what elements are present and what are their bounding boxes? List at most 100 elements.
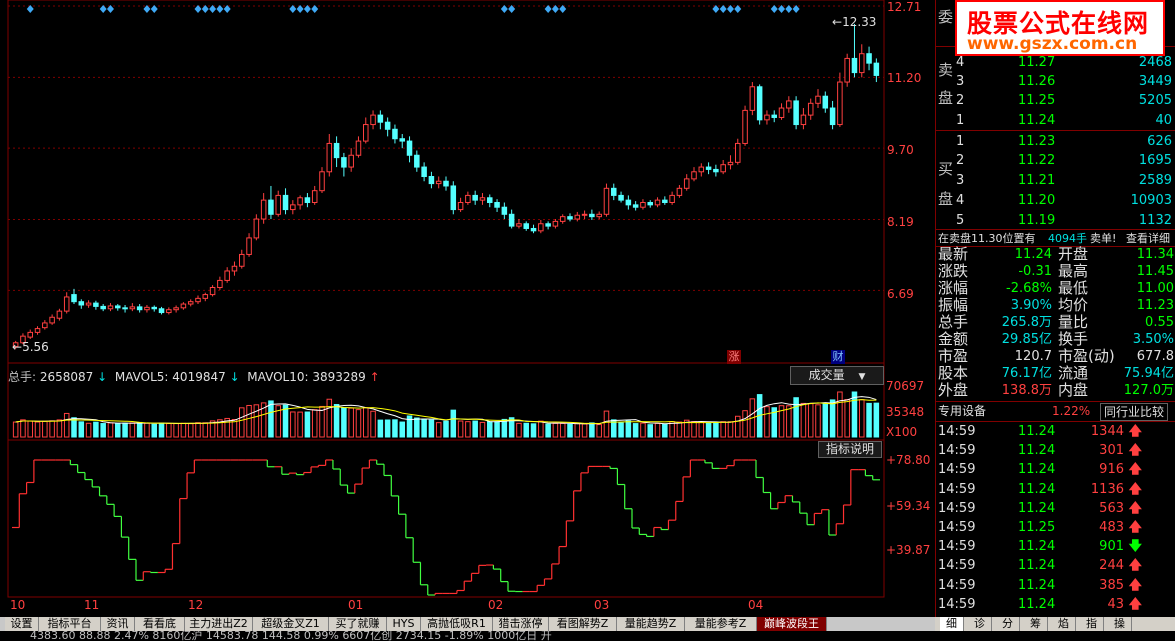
candle	[793, 96, 799, 130]
sell-level-1[interactable]: 1 11.24 40	[936, 111, 1175, 130]
tick-row: 14:59 11.24 244 🡅	[936, 556, 1175, 575]
buy-level-3[interactable]: 3 11.21 2589	[936, 171, 1175, 190]
indicator-tab[interactable]: 买了就赚	[329, 617, 387, 631]
buy-level-2[interactable]: 2 11.22 1695	[936, 151, 1175, 170]
indicator-tab[interactable]: 量能趋势Z	[617, 617, 685, 631]
volume-bar	[311, 409, 318, 438]
sector-name[interactable]: 专用设备	[938, 402, 986, 421]
quote-value: 11.45	[1136, 264, 1174, 279]
month-label-10: 10	[10, 598, 26, 612]
indicator-tick-2: +59.34	[886, 499, 931, 513]
quote-value: 75.94亿	[1123, 366, 1174, 381]
right-tab[interactable]: 细	[940, 617, 964, 631]
volume-bar	[384, 419, 391, 438]
right-tab[interactable]: 筹	[1024, 617, 1048, 631]
tick-time: 14:59	[938, 596, 976, 612]
tick-row: 14:59 11.24 916 🡅	[936, 460, 1175, 479]
buy-level-5[interactable]: 5 11.19 1132	[936, 211, 1175, 230]
up-arrow-icon: 🡅	[1128, 443, 1142, 459]
tick-time: 14:59	[938, 443, 976, 459]
sell-level-2[interactable]: 2 11.25 5205	[936, 91, 1175, 110]
buy-level-4[interactable]: 4 11.20 10903	[936, 191, 1175, 210]
industry-compare-button[interactable]: 同行业比较	[1100, 403, 1169, 421]
indicator-select-label: 成交量	[808, 368, 845, 382]
indicator-tab[interactable]: 主力进出Z2	[185, 617, 253, 631]
down-arrow-icon: ↓	[229, 370, 240, 384]
tick-volume: 916	[1099, 462, 1124, 478]
volume-bar	[377, 419, 384, 438]
mavol5-value: 4019847	[172, 370, 226, 384]
volume-bar	[27, 420, 33, 438]
indicator-tab[interactable]: 看图解势Z	[549, 617, 617, 631]
price-tick-1: 12.71	[887, 0, 922, 14]
up-arrow-icon: 🡅	[1128, 577, 1142, 593]
volume-bar	[129, 422, 136, 438]
mavol10-value: 3893289	[312, 370, 366, 384]
volume-bar	[822, 403, 829, 438]
kline-chart-area[interactable]	[0, 0, 935, 617]
volume-bar	[720, 421, 726, 438]
chevron-down-icon: ▼	[858, 372, 866, 382]
volume-bar	[12, 421, 19, 438]
quote-label: 开盘	[1058, 245, 1089, 263]
candle	[756, 84, 763, 125]
volume-bar	[829, 399, 836, 438]
volume-bar	[676, 421, 683, 438]
volume-bar	[195, 422, 201, 438]
volume-bar	[873, 402, 880, 438]
indicator-tab[interactable]: 巅峰波段王	[757, 617, 827, 631]
volume-bar	[866, 402, 872, 438]
tick-volume: 301	[1099, 443, 1124, 459]
volume-bar	[202, 422, 209, 438]
buy-level-1[interactable]: 1 11.23 626	[936, 132, 1175, 151]
indicator-tab[interactable]: 资讯	[101, 617, 135, 631]
up-arrow-icon: ↑	[369, 370, 380, 384]
price-tick-5: 6.69	[887, 287, 914, 301]
month-label-02: 02	[488, 598, 504, 612]
quote-label: 最高	[1058, 262, 1089, 280]
volume-bar	[158, 422, 165, 438]
tick-volume: 563	[1099, 500, 1124, 516]
volume-bar	[239, 407, 245, 438]
sell-level-3[interactable]: 3 11.26 3449	[936, 72, 1175, 91]
down-arrow-icon: ↓	[97, 370, 108, 384]
volume-bar	[662, 423, 668, 438]
price-tick-4: 8.19	[887, 215, 914, 229]
volume-bar	[363, 407, 369, 438]
order-book-title: 委	[938, 8, 954, 26]
volume-bar	[837, 391, 843, 438]
volume-bar	[304, 411, 311, 438]
event-marker-zhang[interactable]: 涨	[727, 350, 741, 364]
right-tab[interactable]: 分	[996, 617, 1020, 631]
quote-label: 最低	[1058, 279, 1089, 297]
quote-row: 振幅 3.90% 均价 11.23	[936, 297, 1175, 314]
volume-bar	[136, 421, 143, 438]
indicator-help-button[interactable]: 指标说明	[818, 441, 882, 458]
indicator-tab[interactable]: 看看底	[135, 617, 185, 631]
event-marker-cai[interactable]: 财	[831, 350, 845, 364]
indicator-tab[interactable]: HYS	[387, 617, 421, 631]
right-tab[interactable]: 诊	[968, 617, 992, 631]
right-tab[interactable]: 操	[1108, 617, 1132, 631]
indicator-select-dropdown[interactable]: 成交量 ▼	[790, 366, 884, 385]
volume-bar	[341, 407, 347, 438]
candle	[742, 105, 748, 146]
indicator-tab[interactable]: 超级金叉Z1	[253, 617, 329, 631]
quote-value: 127.0万	[1123, 383, 1174, 398]
price-tick-3: 9.70	[887, 143, 914, 157]
right-tab[interactable]: 指	[1080, 617, 1104, 631]
up-arrow-icon: 🡅	[1128, 500, 1142, 516]
volume-bar	[494, 421, 500, 438]
indicator-tab[interactable]: 设置	[5, 617, 39, 631]
indicator-tab[interactable]: 指标平台	[39, 617, 101, 631]
total-volume-label: 总手:	[8, 370, 37, 384]
tick-price: 11.25	[1018, 520, 1056, 535]
right-tab[interactable]: 焰	[1052, 617, 1076, 631]
quote-label: 涨幅	[938, 279, 969, 297]
volume-bar	[735, 415, 741, 438]
month-label-12: 12	[188, 598, 204, 612]
indicator-tab[interactable]: 量能参考Z	[685, 617, 757, 631]
indicator-tab[interactable]: 猎击涨停	[493, 617, 549, 631]
volume-bar	[122, 422, 128, 438]
indicator-tab[interactable]: 高抛低吸R1	[421, 617, 493, 631]
